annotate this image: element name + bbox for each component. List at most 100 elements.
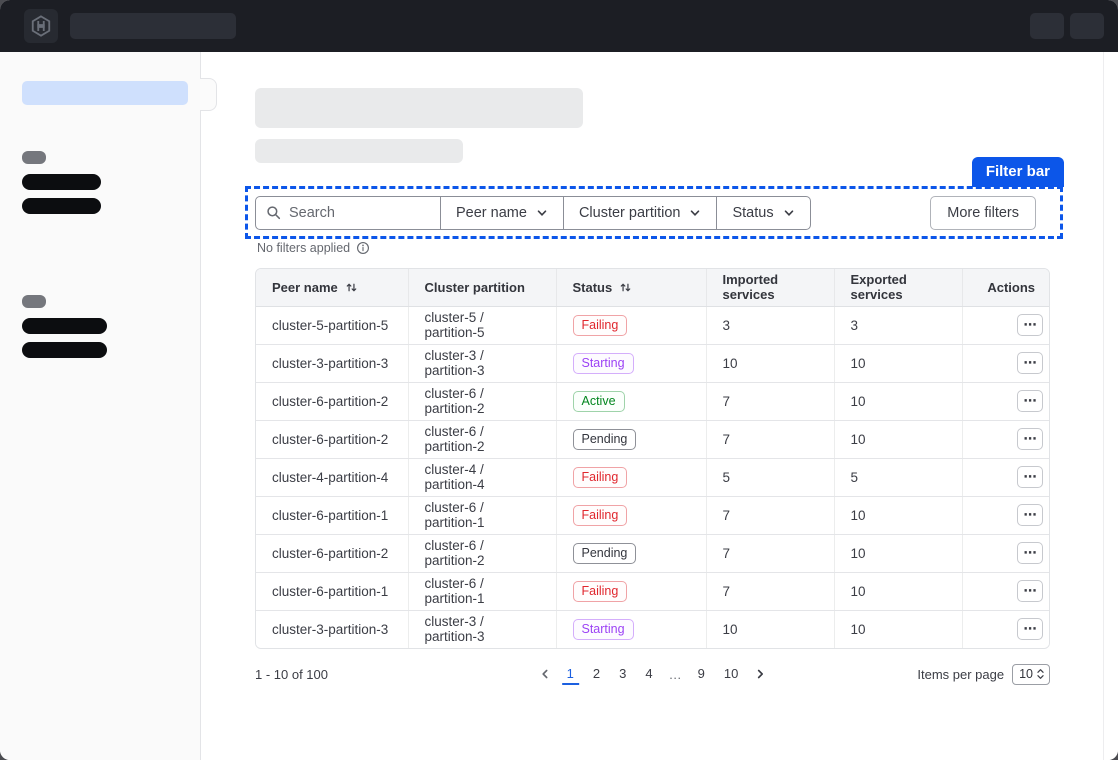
pagination-summary: 1 - 10 of 100 <box>255 667 328 682</box>
status-cell: Failing <box>556 458 706 496</box>
actions-cell: ⋯ <box>962 382 1050 420</box>
pagination-bar: 1 - 10 of 100 1 2 3 4 … 9 10 <box>255 660 1050 688</box>
actions-cell: ⋯ <box>962 610 1050 648</box>
exported-services-cell: 10 <box>834 610 962 648</box>
sidebar-collapse-handle[interactable] <box>200 78 217 111</box>
table-row: cluster-6-partition-1 cluster-6 / partit… <box>256 572 1050 610</box>
column-header-actions: Actions <box>962 269 1050 306</box>
top-nav-bar <box>0 0 1118 52</box>
status-cell: Starting <box>556 344 706 382</box>
items-per-page-select[interactable]: 10 <box>1012 664 1050 685</box>
page-button-10[interactable]: 10 <box>719 664 743 685</box>
filter-control-group: Peer name Cluster partition Status <box>255 196 811 230</box>
peers-table: Peer name Cluster partition <box>255 268 1050 649</box>
hashicorp-logo[interactable] <box>24 9 58 43</box>
table-row: cluster-3-partition-3 cluster-3 / partit… <box>256 610 1050 648</box>
main-content: Filter bar Peer name <box>201 52 1118 760</box>
app-window: Filter bar Peer name <box>0 0 1118 760</box>
imported-services-cell: 5 <box>706 458 834 496</box>
table-header-row: Peer name Cluster partition <box>256 269 1050 306</box>
cluster-partition-cell: cluster-6 / partition-2 <box>408 534 556 572</box>
peer-name-cell: cluster-5-partition-5 <box>256 306 408 344</box>
imported-services-cell: 10 <box>706 344 834 382</box>
page-button-9[interactable]: 9 <box>693 664 710 685</box>
info-icon[interactable] <box>356 241 370 255</box>
scrollbar-track[interactable] <box>1103 52 1104 760</box>
sidebar-active-item-skeleton <box>22 81 188 105</box>
filters-status-text: No filters applied <box>257 241 350 255</box>
column-header-status[interactable]: Status <box>556 269 706 306</box>
sort-arrows-icon[interactable] <box>345 281 358 294</box>
exported-services-cell: 3 <box>834 306 962 344</box>
status-badge: Active <box>573 391 625 412</box>
status-cell: Starting <box>556 610 706 648</box>
hashicorp-logo-icon <box>30 15 52 37</box>
table-row: cluster-6-partition-1 cluster-6 / partit… <box>256 496 1050 534</box>
row-actions-menu-button[interactable]: ⋯ <box>1017 466 1043 488</box>
actions-cell: ⋯ <box>962 306 1050 344</box>
cluster-partition-dropdown-label: Cluster partition <box>579 205 681 221</box>
actions-cell: ⋯ <box>962 496 1050 534</box>
page-subtitle-skeleton <box>255 139 463 163</box>
imported-services-cell: 3 <box>706 306 834 344</box>
exported-services-cell: 5 <box>834 458 962 496</box>
imported-services-cell: 7 <box>706 534 834 572</box>
row-actions-menu-button[interactable]: ⋯ <box>1017 580 1043 602</box>
items-per-page-value: 10 <box>1019 667 1033 681</box>
column-header-peer-name[interactable]: Peer name <box>256 269 408 306</box>
status-dropdown[interactable]: Status <box>717 196 810 230</box>
peer-name-cell: cluster-6-partition-1 <box>256 496 408 534</box>
annotation-label: Filter bar <box>972 157 1064 187</box>
sidebar-item-skeleton <box>22 174 101 190</box>
sidebar <box>0 52 201 760</box>
peer-name-cell: cluster-4-partition-4 <box>256 458 408 496</box>
page-button-3[interactable]: 3 <box>614 664 631 685</box>
sort-arrows-icon[interactable] <box>619 281 632 294</box>
row-actions-menu-button[interactable]: ⋯ <box>1017 314 1043 336</box>
search-field[interactable] <box>255 196 441 230</box>
cluster-partition-dropdown[interactable]: Cluster partition <box>564 196 718 230</box>
cluster-partition-cell: cluster-4 / partition-4 <box>408 458 556 496</box>
cluster-partition-cell: cluster-3 / partition-3 <box>408 610 556 648</box>
row-actions-menu-button[interactable]: ⋯ <box>1017 390 1043 412</box>
cluster-partition-cell: cluster-6 / partition-1 <box>408 496 556 534</box>
more-filters-button[interactable]: More filters <box>930 196 1036 230</box>
status-badge: Failing <box>573 315 628 336</box>
status-badge: Pending <box>573 429 637 450</box>
next-page-button[interactable] <box>752 666 768 682</box>
exported-services-cell: 10 <box>834 344 962 382</box>
status-cell: Failing <box>556 572 706 610</box>
cluster-partition-cell: cluster-6 / partition-2 <box>408 420 556 458</box>
filter-bar: Peer name Cluster partition Status <box>245 186 1063 239</box>
previous-page-button[interactable] <box>537 666 553 682</box>
topnav-action-skeleton-2 <box>1070 13 1104 39</box>
page-ellipsis: … <box>667 667 684 682</box>
sidebar-item-skeleton <box>22 318 107 334</box>
column-header-cluster-partition[interactable]: Cluster partition <box>408 269 556 306</box>
row-actions-menu-button[interactable]: ⋯ <box>1017 352 1043 374</box>
page-button-2[interactable]: 2 <box>588 664 605 685</box>
status-badge: Pending <box>573 543 637 564</box>
pager: 1 2 3 4 … 9 10 <box>537 664 769 685</box>
search-input[interactable] <box>289 205 419 221</box>
row-actions-menu-button[interactable]: ⋯ <box>1017 504 1043 526</box>
exported-services-cell: 10 <box>834 420 962 458</box>
status-cell: Pending <box>556 420 706 458</box>
peer-name-dropdown[interactable]: Peer name <box>441 196 564 230</box>
peer-name-cell: cluster-6-partition-1 <box>256 572 408 610</box>
table-row: cluster-4-partition-4 cluster-4 / partit… <box>256 458 1050 496</box>
page-button-4[interactable]: 4 <box>640 664 657 685</box>
search-icon <box>266 205 281 220</box>
chevron-down-icon <box>689 207 701 219</box>
actions-cell: ⋯ <box>962 534 1050 572</box>
exported-services-cell: 10 <box>834 382 962 420</box>
peer-name-cell: cluster-6-partition-2 <box>256 382 408 420</box>
row-actions-menu-button[interactable]: ⋯ <box>1017 542 1043 564</box>
row-actions-menu-button[interactable]: ⋯ <box>1017 428 1043 450</box>
actions-cell: ⋯ <box>962 420 1050 458</box>
row-actions-menu-button[interactable]: ⋯ <box>1017 618 1043 640</box>
cluster-partition-cell: cluster-3 / partition-3 <box>408 344 556 382</box>
page-button-1[interactable]: 1 <box>562 664 579 685</box>
actions-cell: ⋯ <box>962 572 1050 610</box>
imported-services-cell: 7 <box>706 420 834 458</box>
